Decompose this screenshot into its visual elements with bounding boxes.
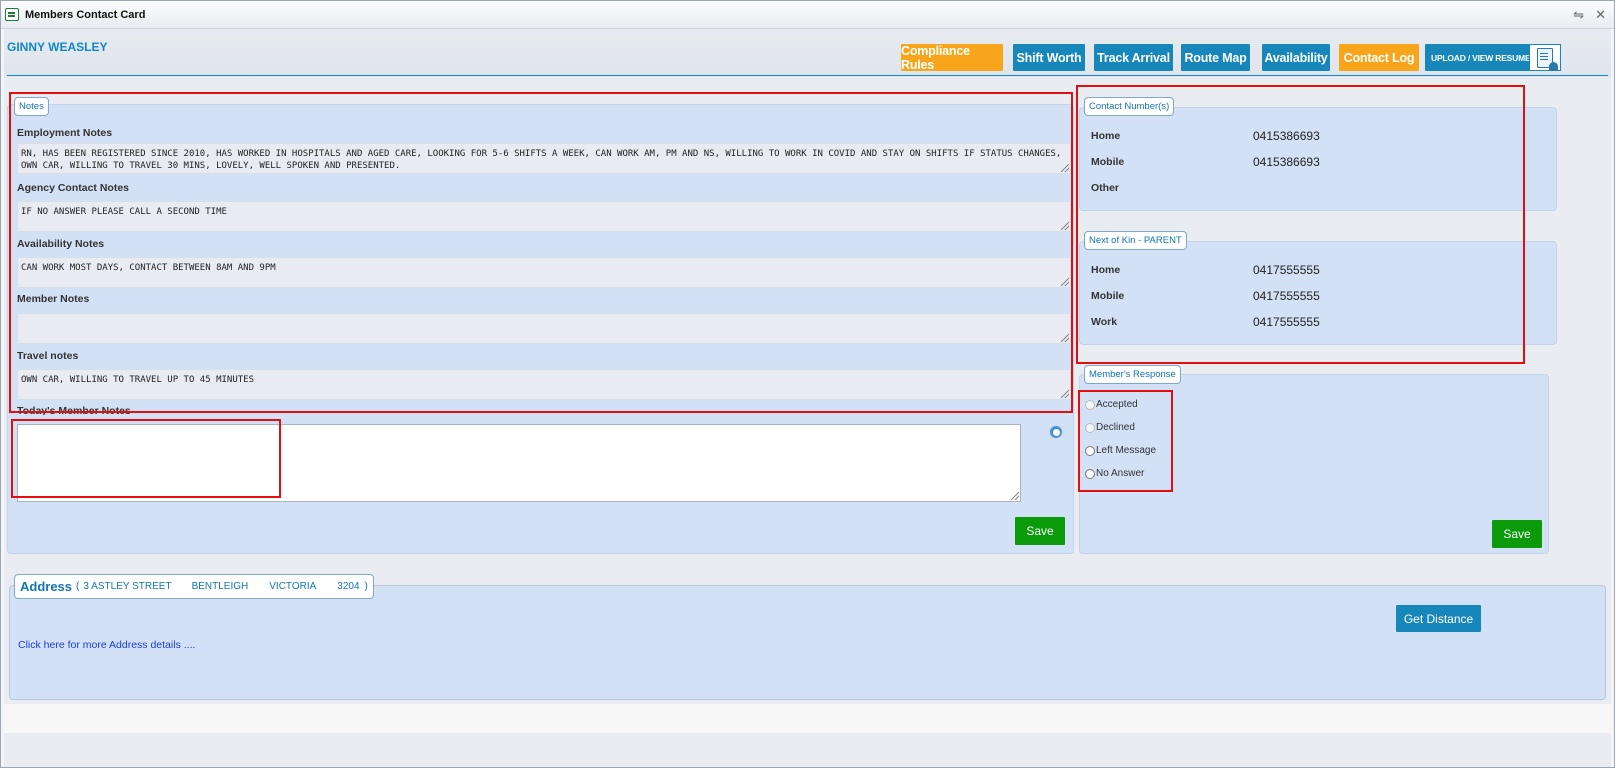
- todays-member-notes-label: Today's Member Notes: [17, 405, 131, 415]
- address-details-link[interactable]: Click here for more Address details ....: [18, 639, 195, 651]
- response-save-button[interactable]: Save: [1492, 520, 1542, 548]
- contact-log-button[interactable]: Contact Log: [1339, 44, 1419, 71]
- resize-grip-icon[interactable]: [1061, 164, 1069, 172]
- home-phone-label: Home: [1091, 130, 1121, 142]
- upload-view-resume-button[interactable]: UPLOAD / VIEW RESUME: [1425, 44, 1561, 71]
- availability-button[interactable]: Availability: [1262, 44, 1330, 71]
- mobile-phone-label: Mobile: [1091, 156, 1125, 168]
- member-response-options: Accepted Declined Left Message No Answer: [1079, 374, 1549, 554]
- kin-home-value: 0417555555: [1253, 263, 1320, 277]
- left-message-radio[interactable]: [1085, 445, 1095, 456]
- member-name: GINNY WEASLEY: [7, 40, 108, 54]
- todays-member-notes-input[interactable]: [17, 424, 1021, 502]
- restore-icon[interactable]: ⇋: [1573, 7, 1584, 23]
- response-option-no-answer[interactable]: No Answer: [1085, 468, 1144, 479]
- compliance-rules-button[interactable]: Compliance Rules: [901, 44, 1003, 72]
- no-answer-label: No Answer: [1096, 468, 1145, 479]
- members-contact-card-window: Members Contact Card ⇋ ✕ GINNY WEASLEY C…: [0, 0, 1615, 768]
- address-suburb: BENTLEIGH: [191, 581, 249, 592]
- agency-contact-notes-label: Agency Contact Notes: [17, 182, 130, 194]
- header-bar: GINNY WEASLEY Compliance Rules Shift Wor…: [4, 29, 1611, 77]
- route-map-button[interactable]: Route Map: [1181, 44, 1250, 71]
- address-postcode: 3204: [337, 581, 360, 592]
- window-title: Members Contact Card: [25, 8, 146, 21]
- header-divider: [7, 75, 1608, 76]
- address-title: Address: [20, 579, 73, 594]
- resize-grip-icon[interactable]: [1061, 390, 1069, 398]
- kin-home-label: Home: [1091, 264, 1121, 276]
- resize-grip-icon[interactable]: [1011, 492, 1019, 500]
- no-answer-radio[interactable]: [1085, 468, 1095, 479]
- response-option-left-message[interactable]: Left Message: [1085, 445, 1156, 456]
- employment-notes-value: RN, HAS BEEN REGISTERED SINCE 2010, HAS …: [21, 149, 1062, 171]
- resize-grip-icon[interactable]: [1061, 278, 1069, 286]
- clock-icon[interactable]: [1048, 424, 1064, 440]
- declined-radio[interactable]: [1085, 422, 1095, 433]
- address-state: VICTORIA: [269, 581, 317, 592]
- contact-card-icon: [5, 8, 19, 21]
- next-of-kin-list: Home 0417555555 Mobile 0417555555 Work 0…: [1079, 241, 1557, 345]
- address-street: 3 ASTLEY STREET: [83, 581, 172, 592]
- notes-save-button[interactable]: Save: [1015, 517, 1065, 545]
- resize-grip-icon[interactable]: [1061, 222, 1069, 230]
- mobile-phone-value: 0415386693: [1253, 155, 1320, 169]
- contact-card-content: GINNY WEASLEY Compliance Rules Shift Wor…: [4, 29, 1611, 767]
- agency-contact-notes-field[interactable]: IF NO ANSWER PLEASE CALL A SECOND TIME: [17, 201, 1071, 232]
- employment-notes-field[interactable]: RN, HAS BEEN REGISTERED SINCE 2010, HAS …: [17, 143, 1071, 174]
- contact-numbers-list: Home 0415386693 Mobile 0415386693 Other: [1079, 107, 1557, 211]
- address-close-paren: ): [364, 581, 368, 592]
- shift-worth-button[interactable]: Shift Worth: [1013, 44, 1085, 71]
- declined-label: Declined: [1096, 422, 1135, 433]
- travel-notes-field[interactable]: OWN CAR, WILLING TO TRAVEL UP TO 45 MINU…: [17, 369, 1071, 400]
- travel-notes-label: Travel notes: [17, 350, 79, 362]
- employment-notes-label: Employment Notes: [17, 127, 113, 139]
- get-distance-button[interactable]: Get Distance: [1396, 605, 1481, 632]
- notes-legend: Notes: [14, 97, 49, 116]
- agency-contact-notes-value: IF NO ANSWER PLEASE CALL A SECOND TIME: [21, 207, 227, 217]
- resize-grip-icon[interactable]: [1061, 334, 1069, 342]
- track-arrival-button[interactable]: Track Arrival: [1094, 44, 1173, 71]
- close-icon[interactable]: ✕: [1595, 7, 1606, 23]
- address-legend: Address ( 3 ASTLEY STREET BENTLEIGH VICT…: [14, 574, 374, 599]
- member-notes-field[interactable]: [17, 313, 1071, 344]
- kin-work-label: Work: [1091, 316, 1118, 328]
- address-panel: [9, 585, 1606, 700]
- availability-notes-label: Availability Notes: [17, 238, 105, 250]
- kin-mobile-value: 0417555555: [1253, 289, 1320, 303]
- window-titlebar: Members Contact Card ⇋ ✕: [1, 1, 1614, 29]
- left-message-label: Left Message: [1096, 445, 1157, 456]
- member-notes-label: Member Notes: [17, 293, 90, 305]
- other-phone-label: Other: [1091, 182, 1120, 194]
- home-phone-value: 0415386693: [1253, 129, 1320, 143]
- travel-notes-value: OWN CAR, WILLING TO TRAVEL UP TO 45 MINU…: [21, 375, 254, 385]
- accepted-radio[interactable]: [1085, 399, 1095, 410]
- availability-notes-value: CAN WORK MOST DAYS, CONTACT BETWEEN 8AM …: [21, 263, 276, 273]
- availability-notes-field[interactable]: CAN WORK MOST DAYS, CONTACT BETWEEN 8AM …: [17, 257, 1071, 288]
- response-option-declined[interactable]: Declined: [1085, 422, 1135, 433]
- response-option-accepted[interactable]: Accepted: [1085, 399, 1138, 410]
- address-open-paren: (: [76, 581, 80, 592]
- kin-mobile-label: Mobile: [1091, 290, 1125, 302]
- resume-document-icon: [1529, 44, 1561, 71]
- footer-strip: [4, 704, 1611, 733]
- kin-work-value: 0417555555: [1253, 315, 1320, 329]
- upload-resume-label: UPLOAD / VIEW RESUME: [1431, 52, 1531, 63]
- accepted-label: Accepted: [1096, 399, 1138, 410]
